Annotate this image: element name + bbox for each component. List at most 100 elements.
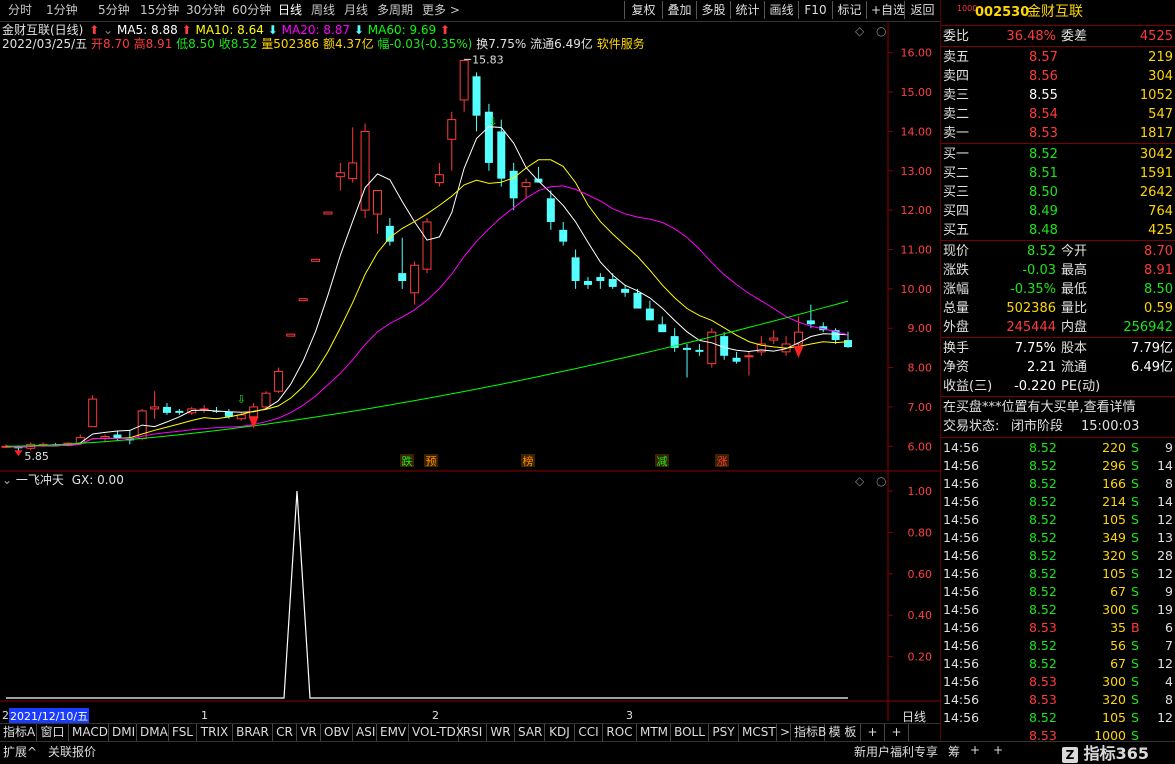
tab-wr[interactable]: WR — [487, 724, 515, 741]
period-monthly[interactable]: 月线 — [344, 2, 368, 18]
circle-icon[interactable]: ○ — [876, 24, 886, 38]
tab-vr[interactable]: VR — [297, 724, 321, 741]
period-fenshi[interactable]: 分时 — [8, 2, 32, 18]
stats-button[interactable]: 统计 — [730, 1, 764, 19]
ask-label: 卖二 — [943, 107, 970, 122]
tab-macd[interactable]: MACD — [69, 724, 109, 741]
fundamental-row: 收益(三) -0.220 PE(动) — [941, 377, 1175, 396]
kline-svg[interactable]: 16.0015.0014.0013.0012.0011.0010.009.008… — [0, 21, 940, 733]
quote-value: -0.35% — [1010, 282, 1056, 297]
kline-chart-area[interactable]: 16.00 15.00 14.00 13.00 12.00 11.00 10.00 9.00 8… — [0, 21, 940, 733]
ma60-line — [5, 300, 849, 447]
sector-label[interactable]: 软件服务 — [597, 37, 645, 51]
period-60min[interactable]: 60分钟 — [232, 2, 271, 18]
tick-volume: 35 — [1110, 620, 1126, 635]
period-15min[interactable]: 15分钟 — [140, 2, 179, 18]
tab-obv[interactable]: OBV — [321, 724, 353, 741]
tick-time: 14:56 — [943, 512, 980, 527]
related-quote-button[interactable]: 关联报价 — [48, 743, 96, 760]
tab--[interactable]: 窗口 — [37, 724, 69, 741]
bid-price: 8.51 — [1029, 166, 1058, 181]
tab-cci[interactable]: CCI — [575, 724, 603, 741]
tab--b[interactable]: 指标B — [791, 724, 826, 741]
xaxis-month-3: 3 — [626, 709, 633, 722]
ma20-legend: MA20: 8.87 — [281, 23, 351, 37]
period-multi[interactable]: 多周期 — [377, 2, 413, 18]
tab-vol-tdx[interactable]: VOL-TDX — [409, 724, 464, 741]
tab-mcst[interactable]: MCST — [739, 724, 777, 741]
settings-icon[interactable]: ◇ — [855, 24, 864, 38]
tick-volume: 300 — [1102, 674, 1126, 689]
big-order-notice[interactable]: 在买盘***位置有大买单,查看详情 — [941, 398, 1175, 417]
add-icon[interactable]: + — [993, 743, 1003, 757]
tab-mtm[interactable]: MTM — [637, 724, 671, 741]
tab--[interactable]: 模 板 — [825, 724, 861, 741]
tab-cr[interactable]: CR — [273, 724, 297, 741]
tick-side: S — [1131, 494, 1139, 509]
tab--a[interactable]: 指标A — [0, 724, 37, 741]
add-watchlist-button[interactable]: +自选 — [866, 1, 905, 19]
tab-emv[interactable]: EMV — [377, 724, 409, 741]
candle-body — [360, 130, 370, 211]
draw-line-button[interactable]: 画线 — [764, 1, 798, 19]
tab-psy[interactable]: PSY — [709, 724, 739, 741]
tab-rsi[interactable]: RSI — [459, 724, 487, 741]
tick-count: 4 — [1165, 674, 1173, 689]
fuquan-button[interactable]: 复权 — [624, 1, 662, 19]
multi-stock-button[interactable]: 多股 — [696, 1, 730, 19]
weicha-label: 委差 — [1061, 29, 1088, 44]
tab-boll[interactable]: BOLL — [671, 724, 709, 741]
bid-row: 买二 8.51 1591 — [941, 164, 1175, 183]
expand-button[interactable]: 扩展^ — [3, 743, 37, 760]
tab--[interactable]: + — [861, 724, 885, 741]
chevron-down-icon[interactable]: ⌄ — [103, 23, 113, 37]
ask-label: 卖三 — [943, 88, 970, 103]
fund-label: PE(动) — [1061, 379, 1101, 394]
tab-sar[interactable]: SAR — [515, 724, 545, 741]
tab-roc[interactable]: ROC — [603, 724, 637, 741]
mark-button[interactable]: 标记 — [832, 1, 866, 19]
add-icon[interactable]: + — [970, 743, 980, 757]
chevron-down-icon[interactable]: ⌄ — [2, 473, 12, 487]
tab-dma[interactable]: DMA — [137, 724, 169, 741]
period-1min[interactable]: 1分钟 — [46, 2, 78, 18]
promo-link[interactable]: 新用户福利专享 — [854, 743, 938, 760]
f10-button[interactable]: F10 — [798, 1, 832, 19]
tab--[interactable]: > — [777, 724, 791, 741]
tick-row: 14:56 8.53 35 B 6 — [941, 619, 1175, 637]
notice-text[interactable]: 在买盘***位置有大买单,查看详情 — [943, 398, 1136, 417]
ask-volume: 304 — [1148, 69, 1173, 84]
period-more[interactable]: 更多 > — [422, 2, 460, 18]
tab-asi[interactable]: ASI — [353, 724, 377, 741]
tick-price: 8.53 — [1029, 620, 1057, 635]
back-button[interactable]: 返回 — [904, 1, 940, 19]
circle-icon[interactable]: ○ — [876, 474, 886, 488]
tab-kdj[interactable]: KDJ — [545, 724, 575, 741]
tick-row: 14:56 8.52 296 S 14 — [941, 457, 1175, 475]
tick-volume: 67 — [1110, 656, 1126, 671]
tab-brar[interactable]: BRAR — [233, 724, 273, 741]
ask-price: 8.53 — [1029, 126, 1058, 141]
tick-count: 28 — [1157, 548, 1173, 563]
candle-body — [286, 333, 296, 337]
fund-label: 收益(三) — [943, 379, 993, 394]
tab-trix[interactable]: TRIX — [197, 724, 233, 741]
tab-fsl[interactable]: FSL — [169, 724, 197, 741]
chip-tab[interactable]: 筹 — [948, 743, 960, 760]
weicha-value: 4525 — [1139, 29, 1173, 44]
period-30min[interactable]: 30分钟 — [186, 2, 225, 18]
xaxis-cursor-date: 2021/12/10/五 — [9, 708, 90, 724]
period-5min[interactable]: 5分钟 — [98, 2, 130, 18]
tab-dmi[interactable]: DMI — [109, 724, 137, 741]
buy-signal-arrow — [248, 416, 259, 429]
settings-icon[interactable]: ◇ — [855, 474, 864, 488]
tick-side: S — [1131, 602, 1139, 617]
period-weekly[interactable]: 周线 — [311, 2, 335, 18]
tab--[interactable]: + — [885, 724, 909, 741]
overlay-button[interactable]: 叠加 — [662, 1, 696, 19]
tick-count: 8 — [1165, 692, 1173, 707]
candle-body — [162, 406, 171, 413]
tick-time: 14:56 — [943, 548, 980, 563]
tick-count: 7 — [1165, 638, 1173, 653]
period-daily[interactable]: 日线 — [278, 2, 302, 18]
